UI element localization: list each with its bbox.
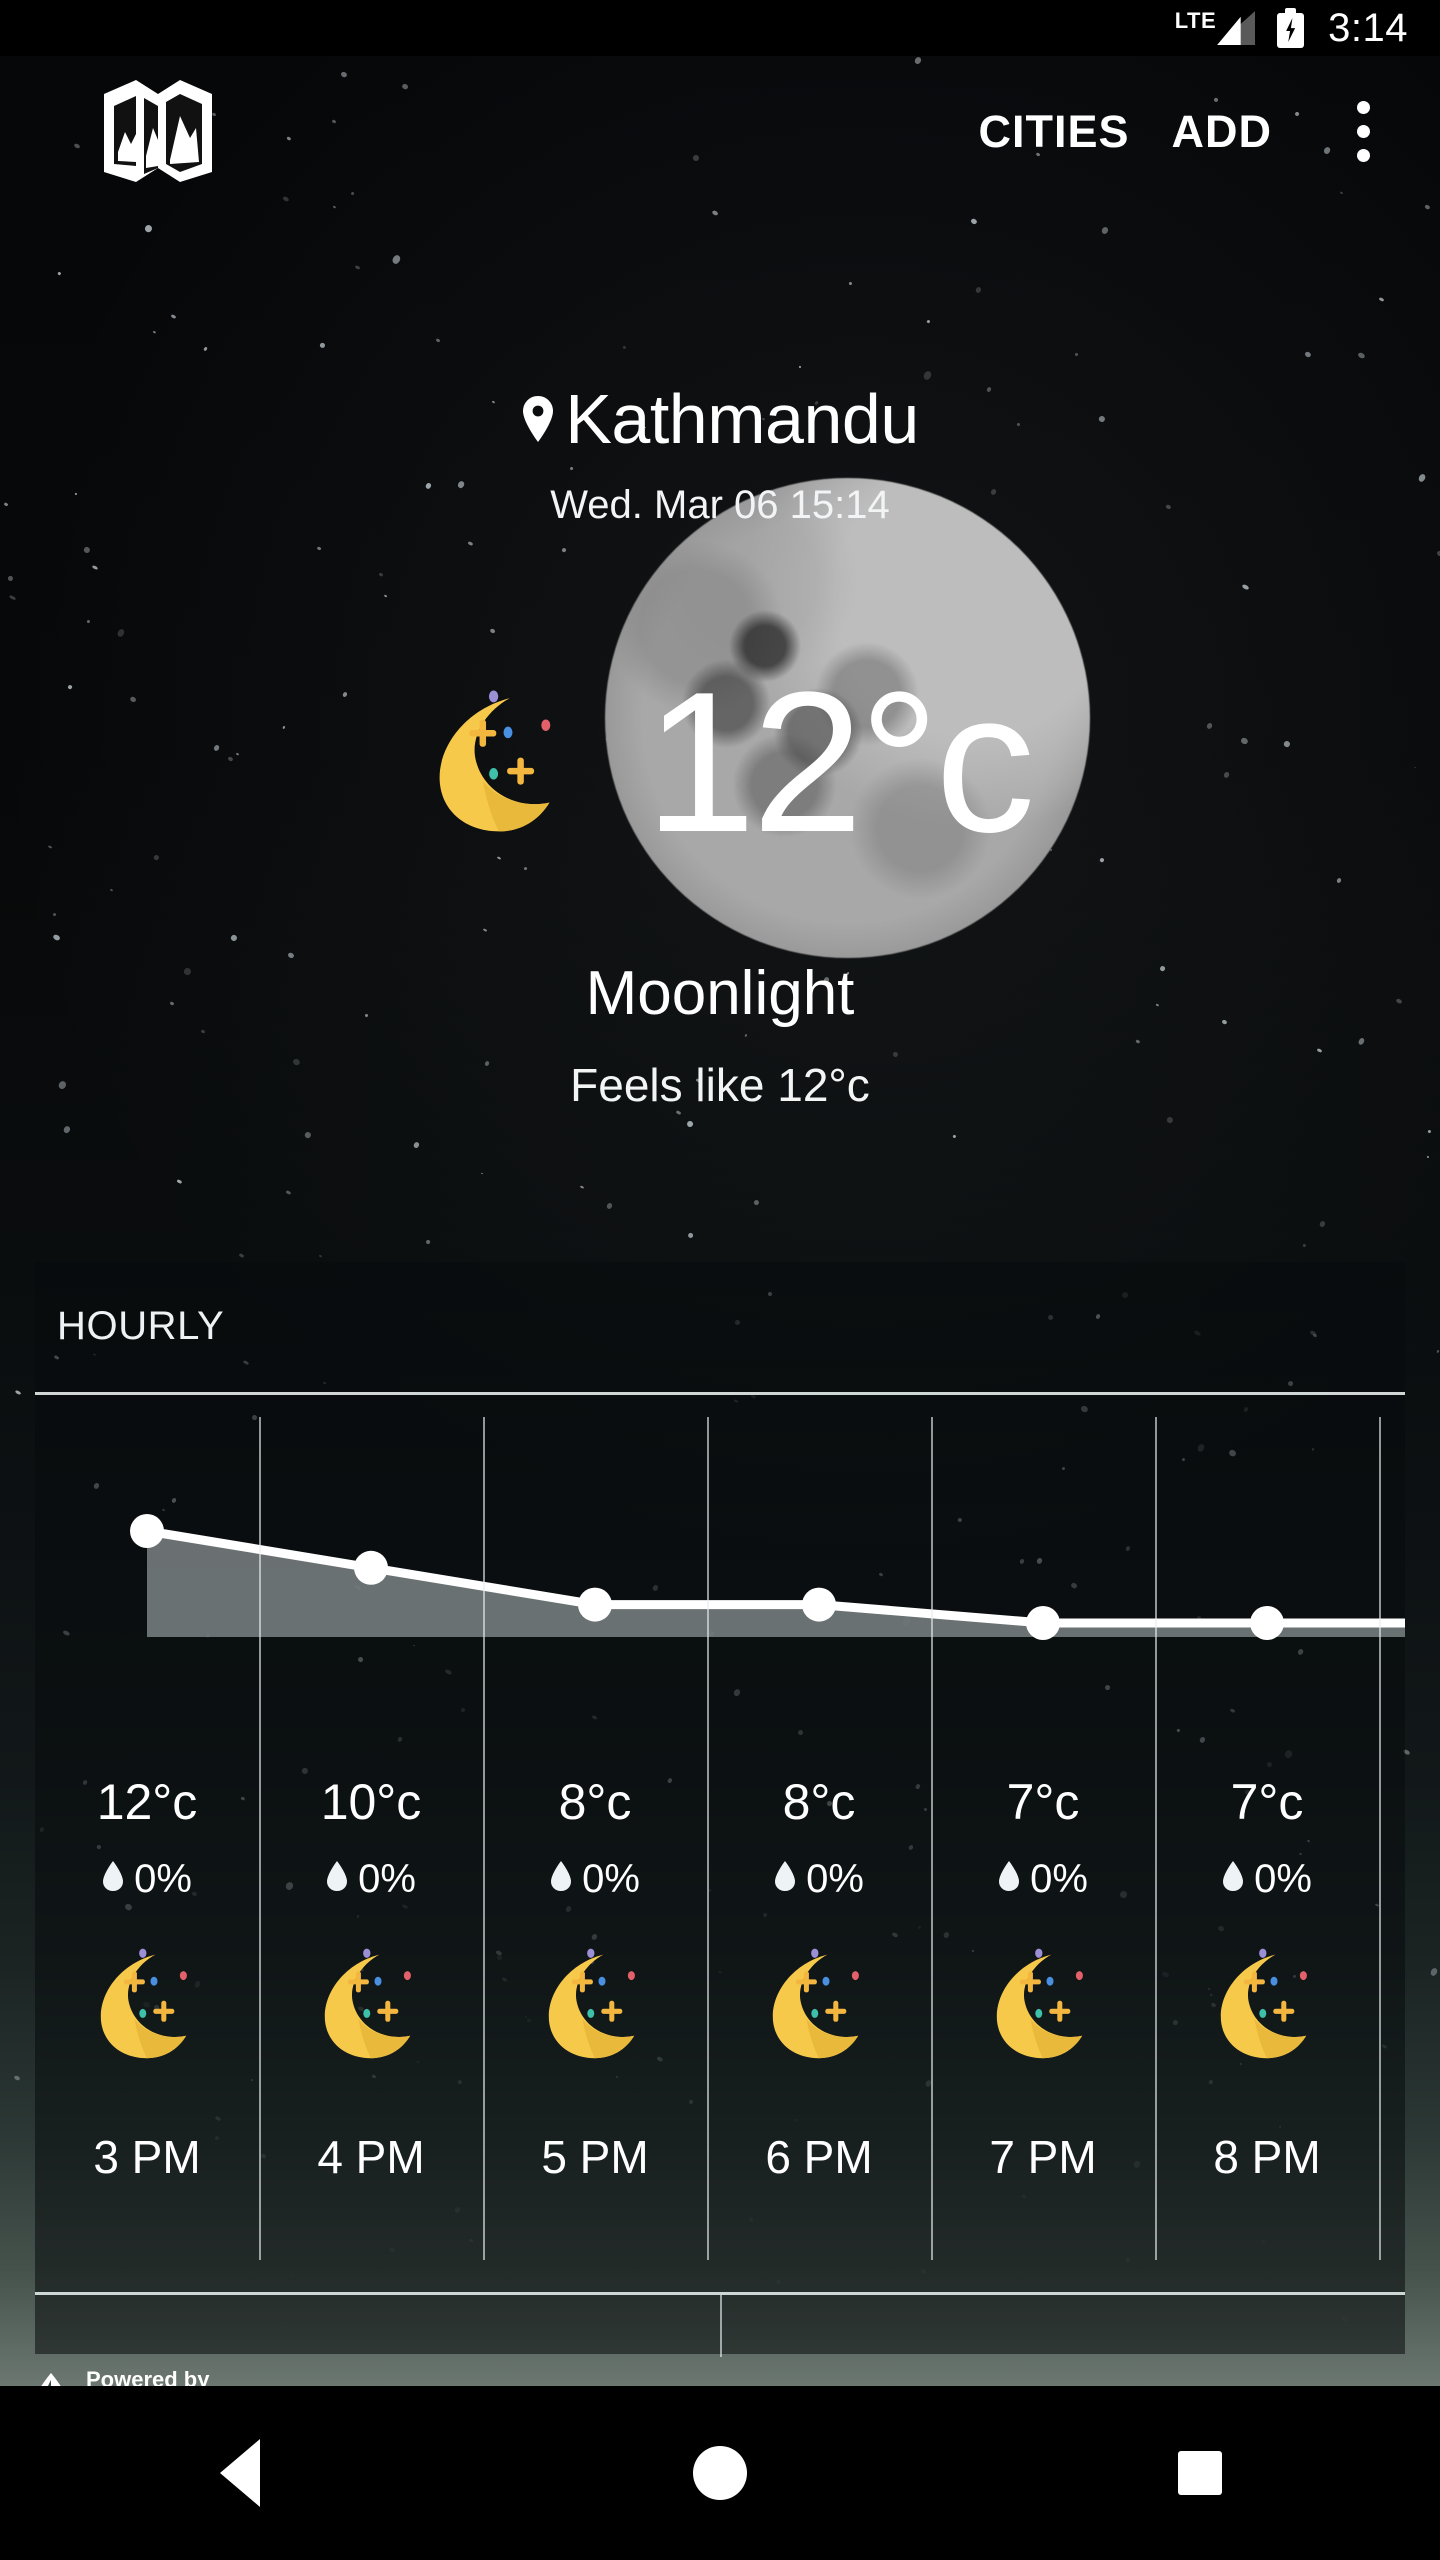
- hourly-precipitation: 0%: [35, 1857, 259, 1902]
- hourly-temperature: 10°c: [259, 1773, 483, 1831]
- crescent-moon-stars-icon: [409, 673, 589, 853]
- hourly-precipitation: 0%: [931, 1857, 1155, 1902]
- hourly-item[interactable]: 8°c 0% 5 PM: [483, 1395, 707, 2292]
- hourly-scroll-container[interactable]: 12°c0%3 PM10°c0%4 PM8°c0%5 PM8°c0%6 PM7°…: [35, 1395, 1405, 2292]
- battery-charging-icon: [1277, 8, 1304, 48]
- current-datetime: Wed. Mar 06 15:14: [35, 483, 1405, 528]
- back-triangle-icon: [220, 2439, 260, 2507]
- water-drop-icon: [774, 1857, 796, 1902]
- hourly-item[interactable]: 7°c 0% 8 PM: [1155, 1395, 1379, 2292]
- hourly-time: 7 PM: [931, 2130, 1155, 2184]
- signal-bars-icon: [1217, 11, 1255, 45]
- status-bar: LTE 3:14: [0, 0, 1440, 56]
- hourly-precipitation: 0%: [483, 1857, 707, 1902]
- hourly-time: 4 PM: [259, 2130, 483, 2184]
- temperature-row: 12°c: [35, 638, 1405, 888]
- home-button[interactable]: [640, 2418, 800, 2528]
- hourly-precip-value: 0%: [1030, 1857, 1088, 1902]
- crescent-moon-stars-icon: [1197, 1935, 1337, 2075]
- app-bar: CITIES ADD: [0, 56, 1440, 206]
- hourly-temperature: 7°c: [931, 1773, 1155, 1831]
- hourly-temperature: 8°c: [707, 1773, 931, 1831]
- hourly-precip-value: 0%: [358, 1857, 416, 1902]
- hourly-precipitation: 0%: [707, 1857, 931, 1902]
- more-vertical-icon[interactable]: [1328, 76, 1398, 186]
- back-button[interactable]: [160, 2418, 320, 2528]
- network-type-label: LTE: [1175, 10, 1216, 32]
- hourly-precip-value: 0%: [1254, 1857, 1312, 1902]
- hourly-card: HOURLY 12°c 0% 3 PM 10°c 0% 4 PM 8°c 0% 5 PM 8°c 0…: [35, 1262, 1405, 2292]
- hourly-precip-value: 0%: [582, 1857, 640, 1902]
- hourly-time: 8 PM: [1155, 2130, 1379, 2184]
- hourly-item[interactable]: 8°c 0% 6 PM: [707, 1395, 931, 2292]
- hourly-time: 3 PM: [35, 2130, 259, 2184]
- status-bar-clock: 3:14: [1328, 8, 1408, 48]
- hourly-section-title: HOURLY: [57, 1304, 224, 1349]
- city-name: Kathmandu: [565, 384, 919, 454]
- water-drop-icon: [1222, 1857, 1244, 1902]
- home-circle-icon: [693, 2446, 747, 2500]
- hourly-precipitation: 0%: [1155, 1857, 1379, 1902]
- water-drop-icon: [102, 1857, 124, 1902]
- location-pin-icon: [521, 395, 555, 443]
- hourly-time: 6 PM: [707, 2130, 931, 2184]
- hourly-temperature: 7°c: [1379, 1773, 1405, 1831]
- water-drop-icon: [998, 1857, 1020, 1902]
- current-condition: Moonlight: [35, 958, 1405, 1029]
- map-icon[interactable]: [98, 76, 218, 186]
- hourly-item[interactable]: 10°c 0% 4 PM: [259, 1395, 483, 2292]
- current-temperature: 12°c: [645, 663, 1031, 863]
- location-row[interactable]: Kathmandu: [35, 384, 1405, 454]
- next-section-divider: [720, 2295, 722, 2357]
- hourly-temperature: 8°c: [483, 1773, 707, 1831]
- crescent-moon-stars-icon: [301, 1935, 441, 2075]
- hourly-precipitation: 0%: [259, 1857, 483, 1902]
- hourly-time: 9 PM: [1379, 2130, 1405, 2184]
- hourly-temperature: 12°c: [35, 1773, 259, 1831]
- crescent-moon-stars-icon: [749, 1935, 889, 2075]
- water-drop-icon: [326, 1857, 348, 1902]
- add-button[interactable]: ADD: [1172, 109, 1273, 154]
- crescent-moon-stars-icon: [973, 1935, 1113, 2075]
- hourly-temperature: 7°c: [1155, 1773, 1379, 1831]
- recents-button[interactable]: [1120, 2418, 1280, 2528]
- water-drop-icon: [550, 1857, 572, 1902]
- hourly-item[interactable]: 7°c 0% 7 PM: [931, 1395, 1155, 2292]
- hourly-precip-value: 0%: [134, 1857, 192, 1902]
- recents-square-icon: [1178, 2451, 1222, 2495]
- android-navigation-bar: [0, 2386, 1440, 2560]
- crescent-moon-stars-icon: [77, 1935, 217, 2075]
- hourly-precip-value: 0%: [806, 1857, 864, 1902]
- hourly-item[interactable]: 12°c 0% 3 PM: [35, 1395, 259, 2292]
- current-weather-panel: Kathmandu Wed. Mar 06 15:14 12°c Moonl: [35, 318, 1405, 1188]
- crescent-moon-stars-icon: [525, 1935, 665, 2075]
- hourly-time: 5 PM: [483, 2130, 707, 2184]
- hourly-precipitation: 0%: [1379, 1857, 1405, 1902]
- next-section-peek[interactable]: [35, 2292, 1405, 2354]
- hourly-item[interactable]: 7°c 0% 9 PM: [1379, 1395, 1405, 2292]
- cities-button[interactable]: CITIES: [978, 109, 1129, 154]
- hourly-columns: 12°c0%3 PM10°c0%4 PM8°c0%5 PM8°c0%6 PM7°…: [35, 1395, 1405, 2292]
- app-root: LTE 3:14 CITIES ADD: [0, 0, 1440, 2560]
- feels-like-text: Feels like 12°c: [35, 1058, 1405, 1112]
